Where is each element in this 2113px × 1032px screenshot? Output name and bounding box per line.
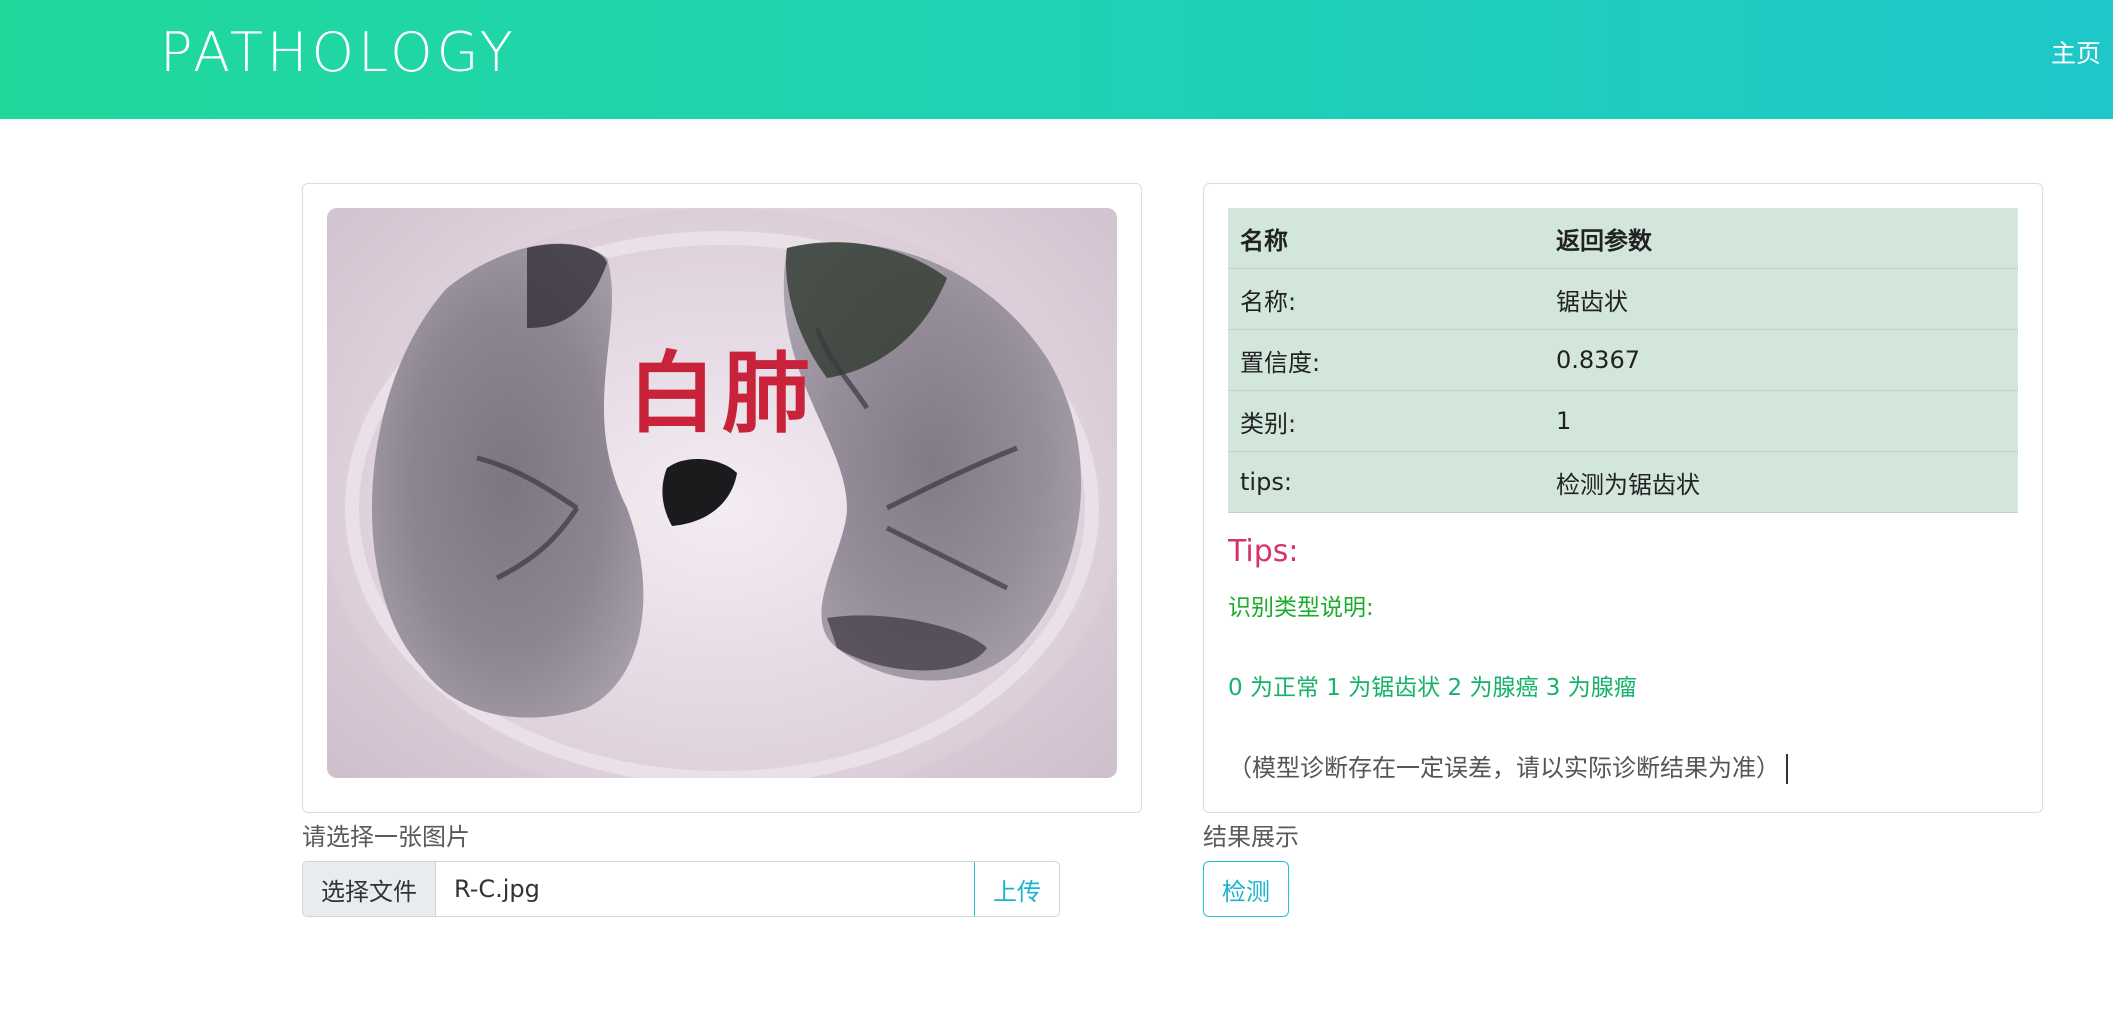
tips-disclaimer[interactable]: （模型诊断存在一定误差，请以实际诊断结果为准） (1228, 748, 1788, 784)
top-navbar: PATHOLOGY 主页 (0, 0, 2113, 119)
select-image-label: 请选择一张图片 (302, 823, 470, 851)
brand-logo[interactable]: PATHOLOGY (160, 18, 517, 88)
header-name: 名称 (1228, 208, 1544, 269)
tips-subtitle: 识别类型说明: (1228, 595, 1374, 621)
table-row: 置信度: 0.8367 (1228, 329, 2018, 391)
choose-file-button[interactable]: 选择文件 (303, 862, 436, 916)
result-display-label: 结果展示 (1203, 823, 1299, 851)
file-input-group: 选择文件 R-C.jpg 上传 (302, 861, 1060, 917)
table-row: tips: 检测为锯齿状 (1228, 451, 2018, 513)
table-row: 名称: 锯齿状 (1228, 268, 2018, 330)
tips-class-legend: 0 为正常 1 为锯齿状 2 为腺癌 3 为腺瘤 (1228, 675, 1637, 701)
row-value: 0.8367 (1544, 329, 2018, 391)
row-key: tips: (1228, 451, 1544, 513)
row-key: 置信度: (1228, 329, 1544, 391)
row-value: 锯齿状 (1544, 268, 2018, 330)
uploaded-ct-image: 白肺 (327, 208, 1117, 778)
result-card: 名称 返回参数 名称: 锯齿状 置信度: 0.8367 类别: 1 tips: … (1203, 183, 2043, 813)
tips-title: Tips: (1228, 534, 1299, 569)
row-key: 类别: (1228, 390, 1544, 452)
table-row: 类别: 1 (1228, 390, 2018, 452)
row-value: 检测为锯齿状 (1544, 451, 2018, 513)
detect-button[interactable]: 检测 (1203, 861, 1289, 917)
image-overlay-text: 白肺 (627, 342, 816, 445)
tips-disclaimer-text: （模型诊断存在一定误差，请以实际诊断结果为准） (1228, 754, 1780, 782)
row-key: 名称: (1228, 268, 1544, 330)
nav-home-link[interactable]: 主页 (2051, 34, 2101, 70)
file-name-field[interactable]: R-C.jpg (436, 862, 974, 916)
result-table: 名称 返回参数 名称: 锯齿状 置信度: 0.8367 类别: 1 tips: … (1228, 208, 2018, 513)
row-value: 1 (1544, 390, 2018, 452)
header-params: 返回参数 (1544, 208, 2018, 269)
text-caret (1786, 754, 1788, 784)
table-header-row: 名称 返回参数 (1228, 208, 2018, 269)
upload-button[interactable]: 上传 (974, 862, 1059, 916)
image-preview-card: 白肺 (302, 183, 1142, 813)
